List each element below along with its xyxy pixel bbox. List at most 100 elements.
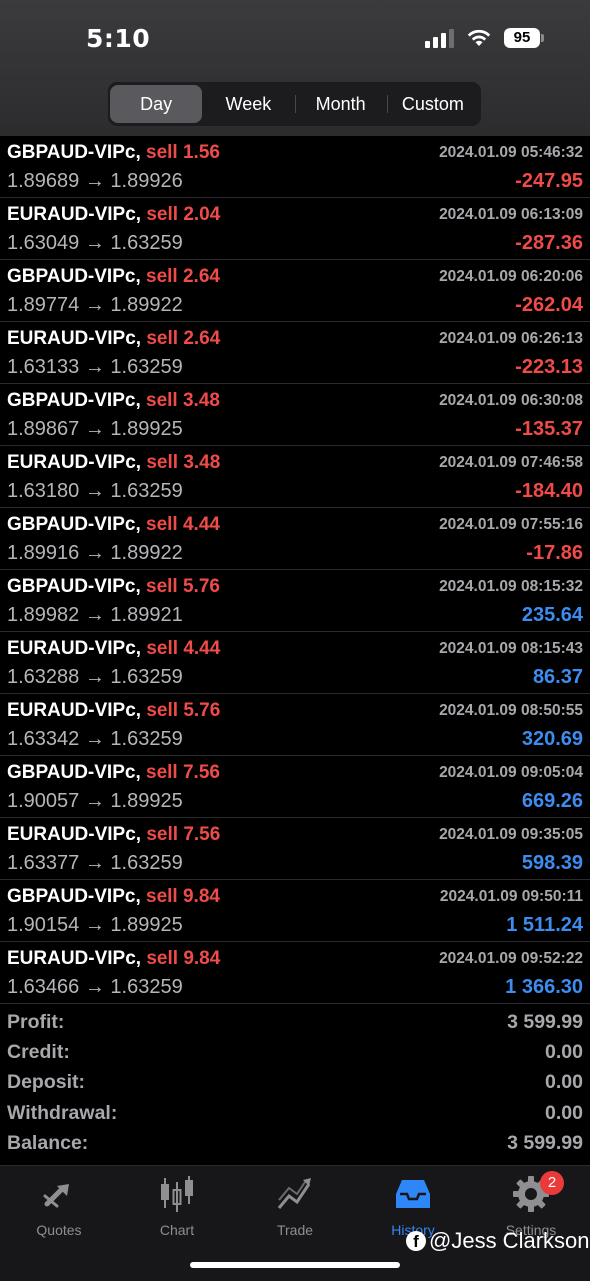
summary-value: 3 599.99 [507,1131,583,1154]
symbol-name: GBPAUD-VIPc, [7,266,141,287]
open-price: 1.90057 [7,790,80,812]
cellular-signal-icon [425,28,454,48]
trade-row[interactable]: GBPAUD-VIPc, sell 3.48 2024.01.09 06:30:0… [0,384,590,446]
trade-profit: -223.13 [515,356,583,378]
trade-prices: 1.89916 → 1.89922 [7,542,183,565]
symbol-name: GBPAUD-VIPc, [7,142,141,163]
summary-value: 3 599.99 [507,1011,583,1033]
close-price: 1.89926 [110,170,183,192]
watermark: f @Jess Clarkson [406,1228,590,1254]
tab-week[interactable]: Week [202,85,294,123]
open-price: 1.63133 [7,356,80,378]
history-icon [396,1180,430,1208]
trade-symbol: GBPAUD-VIPc, sell 3.48 [7,390,220,412]
trade-symbol: GBPAUD-VIPc, sell 4.44 [7,514,220,536]
tab-day[interactable]: Day [110,85,203,123]
trade-profit: 235.64 [521,604,583,626]
trade-side-volume: sell 2.64 [146,328,221,349]
trade-timestamp: 2024.01.09 08:15:43 [439,640,583,657]
trade-row[interactable]: EURAUD-VIPc, sell 2.64 2024.01.09 06:26:1… [0,322,590,384]
tab-chart[interactable]: Chart [118,1174,236,1238]
summary-row: Profit: 3 599.99 [0,1008,590,1038]
close-price: 1.63259 [110,852,183,874]
summary-label: Withdrawal: [7,1101,118,1124]
close-price: 1.89925 [110,914,183,936]
symbol-name: EURAUD-VIPc, [7,328,142,349]
summary-label: Profit: [7,1011,65,1033]
period-selector: Day Week Month Custom [108,82,481,126]
trade-row[interactable]: EURAUD-VIPc, sell 5.76 2024.01.09 08:50:5… [0,694,590,756]
header: 5:10 95 Day Week Month Custom [0,0,590,136]
summary-row: Withdrawal: 0.00 [0,1099,590,1129]
trade-profit: -17.86 [526,542,583,564]
tab-month[interactable]: Month [294,85,387,123]
open-price: 1.63049 [7,232,80,254]
battery-icon: 95 [504,28,544,48]
trade-timestamp: 2024.01.09 07:46:58 [439,454,583,471]
trade-row[interactable]: GBPAUD-VIPc, sell 2.64 2024.01.09 06:20:0… [0,260,590,322]
trade-timestamp: 2024.01.09 05:46:32 [439,144,583,161]
symbol-name: EURAUD-VIPc, [7,638,142,659]
trade-side-volume: sell 5.76 [146,576,220,597]
trade-row[interactable]: EURAUD-VIPc, sell 3.48 2024.01.09 07:46:5… [0,446,590,508]
trade-row[interactable]: EURAUD-VIPc, sell 4.44 2024.01.09 08:15:4… [0,632,590,694]
summary-value: 0.00 [545,1041,583,1064]
trade-timestamp: 2024.01.09 09:50:11 [439,888,583,905]
trade-symbol: GBPAUD-VIPc, sell 9.84 [7,886,220,908]
symbol-name: GBPAUD-VIPc, [7,762,141,783]
status-time: 5:10 [86,24,151,53]
trade-prices: 1.63466 → 1.63259 [7,976,183,999]
trade-side-volume: sell 1.56 [146,142,220,163]
trade-row[interactable]: GBPAUD-VIPc, sell 1.56 2024.01.09 05:46:3… [0,136,590,198]
arrow-icon: → [84,852,105,874]
trade-prices: 1.89689 → 1.89926 [7,170,183,193]
trade-timestamp: 2024.01.09 09:52:22 [439,950,583,967]
trade-row[interactable]: GBPAUD-VIPc, sell 5.76 2024.01.09 08:15:3… [0,570,590,632]
trade-profit: 598.39 [521,852,583,874]
arrow-icon: → [84,170,105,192]
trade-profit: -262.04 [515,294,583,316]
trade-side-volume: sell 2.04 [146,204,221,225]
arrow-icon: → [84,294,105,316]
trade-prices: 1.89867 → 1.89925 [7,418,183,441]
trade-symbol: GBPAUD-VIPc, sell 7.56 [7,762,220,784]
trade-side-volume: sell 7.56 [146,824,221,845]
trade-row[interactable]: EURAUD-VIPc, sell 2.04 2024.01.09 06:13:0… [0,198,590,260]
trade-row[interactable]: GBPAUD-VIPc, sell 4.44 2024.01.09 07:55:1… [0,508,590,570]
trade-row[interactable]: GBPAUD-VIPc, sell 7.56 2024.01.09 09:05:0… [0,756,590,818]
trade-timestamp: 2024.01.09 08:50:55 [439,702,583,719]
trade-row[interactable]: GBPAUD-VIPc, sell 9.84 2024.01.09 09:50:1… [0,880,590,942]
arrow-icon: → [84,976,105,998]
trade-symbol: EURAUD-VIPc, sell 3.48 [7,452,220,474]
open-price: 1.63466 [7,976,80,998]
trade-timestamp: 2024.01.09 06:30:08 [439,392,583,409]
tab-quotes[interactable]: Quotes [0,1174,118,1238]
trade-side-volume: sell 3.48 [146,452,221,473]
trade-prices: 1.63377 → 1.63259 [7,852,183,875]
trade-profit: -184.40 [515,480,583,502]
open-price: 1.89774 [7,294,80,316]
trade-row[interactable]: EURAUD-VIPc, sell 9.84 2024.01.09 09:52:2… [0,942,590,1004]
open-price: 1.63342 [7,728,80,750]
trade-row[interactable]: EURAUD-VIPc, sell 7.56 2024.01.09 09:35:0… [0,818,590,880]
home-indicator[interactable] [190,1262,400,1268]
trade-timestamp: 2024.01.09 06:13:09 [439,206,583,223]
summary-label: Balance: [7,1131,89,1154]
symbol-name: EURAUD-VIPc, [7,948,142,969]
arrow-icon: → [84,790,105,812]
open-price: 1.89916 [7,542,80,564]
tab-trade[interactable]: Trade [236,1174,354,1238]
open-price: 1.63180 [7,480,80,502]
trade-prices: 1.63049 → 1.63259 [7,232,183,255]
tab-custom[interactable]: Custom [386,85,479,123]
settings-badge: 2 [540,1171,564,1195]
symbol-name: EURAUD-VIPc, [7,204,142,225]
summary-label: Deposit: [7,1071,85,1094]
trade-symbol: EURAUD-VIPc, sell 2.04 [7,204,220,226]
watermark-text: @Jess Clarkson [429,1228,590,1253]
close-price: 1.63259 [110,728,183,750]
trade-timestamp: 2024.01.09 06:20:06 [439,268,583,285]
trade-prices: 1.63180 → 1.63259 [7,480,183,503]
trade-profit: 320.69 [521,728,583,750]
trade-profit: -135.37 [515,418,583,440]
